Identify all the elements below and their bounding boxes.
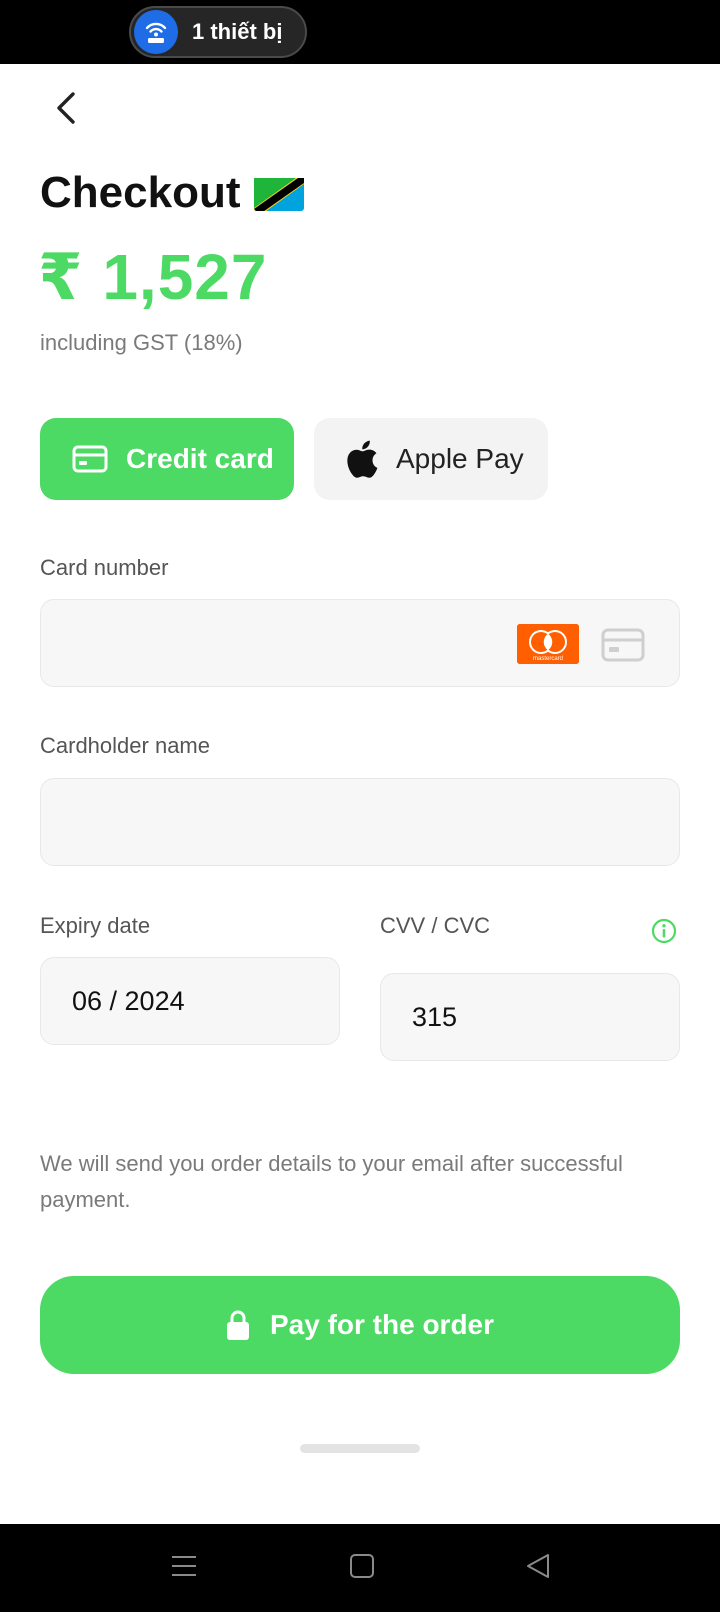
expiry-date-value: 06 / 2024	[72, 985, 185, 1016]
cardholder-name-label: Cardholder name	[40, 733, 210, 758]
mastercard-icon: mastercard	[517, 624, 579, 664]
email-notice: We will send you order details to your e…	[40, 1151, 623, 1212]
back-nav-icon[interactable]	[524, 1552, 552, 1585]
mastercard-text: mastercard	[533, 656, 563, 662]
order-total: ₹ 1,527	[38, 241, 268, 313]
info-icon[interactable]	[651, 918, 677, 944]
expiry-date-input[interactable]: 06 / 2024	[40, 957, 340, 1045]
cvv-input[interactable]: 315	[380, 973, 680, 1061]
page-title: Checkout	[40, 168, 305, 218]
apple-pay-tab-label: Apple Pay	[396, 443, 524, 474]
cvv-label: CVV / CVC	[380, 913, 491, 938]
apple-icon	[346, 440, 378, 478]
hotspot-label: 1 thiết bị	[192, 19, 283, 44]
card-number-input[interactable]: mastercard	[40, 599, 680, 687]
pay-for-order-label: Pay for the order	[269, 1309, 495, 1340]
page-title-text: Checkout	[40, 168, 241, 217]
menu-icon[interactable]	[170, 1552, 198, 1585]
home-icon[interactable]	[349, 1552, 375, 1585]
credit-card-icon	[72, 445, 108, 473]
card-number-label: Card number	[40, 555, 169, 580]
status-bar: 1 thiết bị	[0, 0, 720, 64]
tanzania-flag-icon	[254, 175, 305, 211]
credit-card-tab-label: Credit card	[126, 443, 274, 474]
expiry-date-label: Expiry date	[40, 913, 151, 938]
navigation-bar	[0, 1524, 720, 1612]
hotspot-icon	[134, 10, 178, 54]
back-button[interactable]	[44, 86, 88, 130]
cvv-value: 315	[412, 1001, 458, 1032]
tax-note: including GST (18%)	[40, 330, 243, 355]
credit-card-tab[interactable]: Credit card	[40, 418, 294, 500]
apple-pay-tab[interactable]: Apple Pay	[314, 418, 548, 500]
chevron-left-icon	[57, 92, 75, 124]
cardholder-name-input[interactable]	[40, 778, 680, 866]
pay-for-order-button[interactable]: Pay for the order	[40, 1276, 680, 1374]
generic-card-icon	[601, 628, 645, 669]
home-indicator	[300, 1444, 420, 1453]
hotspot-indicator[interactable]: 1 thiết bị	[129, 6, 307, 58]
lock-icon	[226, 1309, 250, 1341]
